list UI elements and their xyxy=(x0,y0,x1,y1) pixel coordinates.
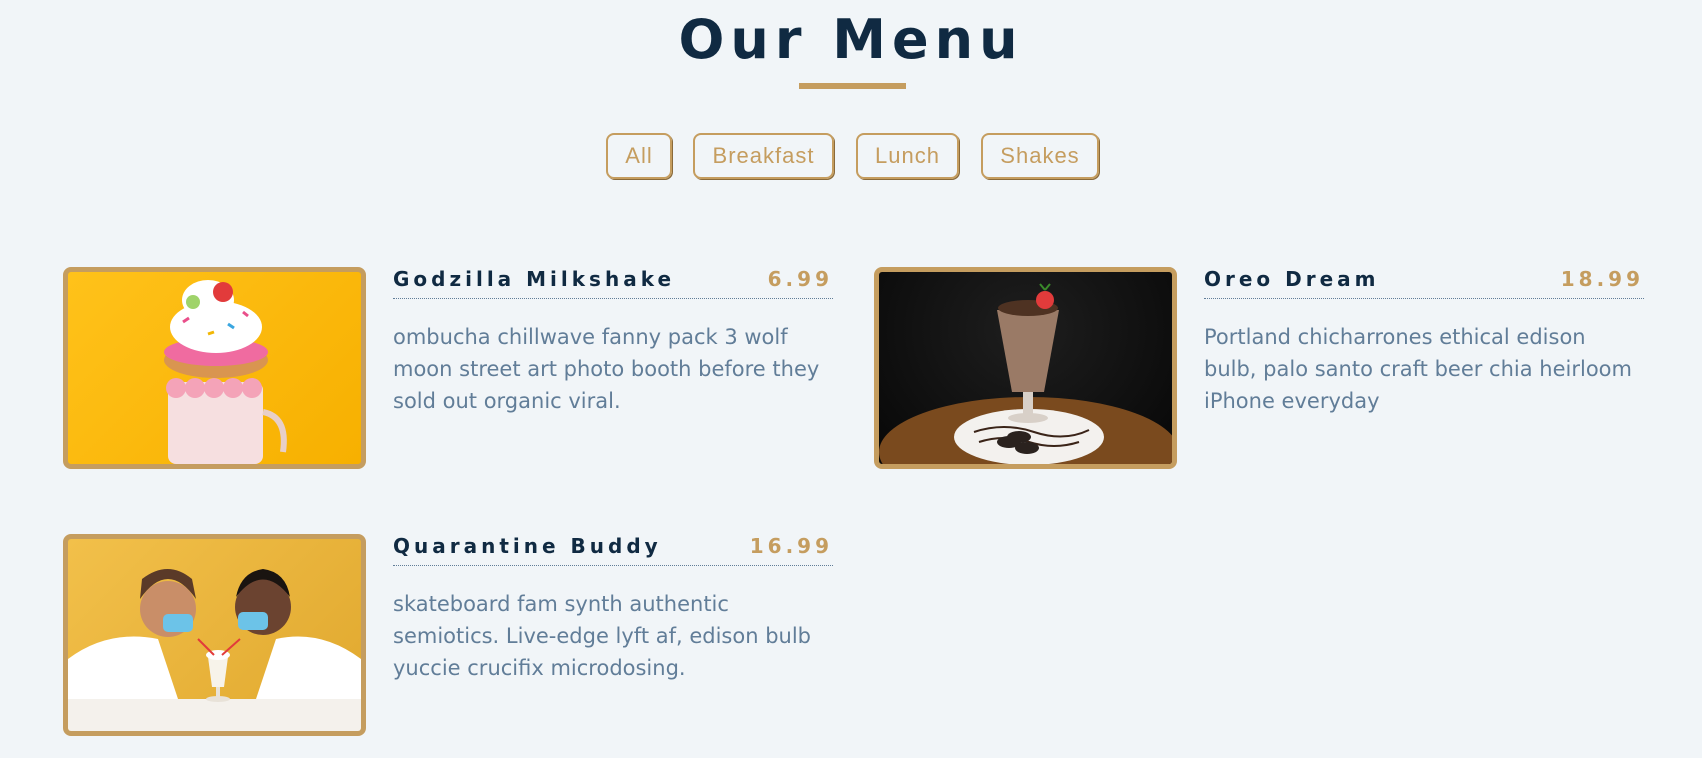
filter-bar: All Breakfast Lunch Shakes xyxy=(0,133,1702,179)
menu-item-description: skateboard fam synth authentic semiotics… xyxy=(393,592,812,680)
filter-shakes-button[interactable]: Shakes xyxy=(981,133,1099,179)
couple-sharing-shake-photo xyxy=(63,534,366,736)
menu-item-description: ombucha chillwave fanny pack 3 wolf moon… xyxy=(393,325,820,413)
menu-item-price: 6.99 xyxy=(767,267,833,291)
menu-item-name: Oreo Dream xyxy=(1204,267,1380,291)
menu-item-info: Godzilla Milkshake 6.99 ombucha chillwav… xyxy=(393,267,833,417)
title-underline xyxy=(799,83,906,89)
milkshake-donut-photo xyxy=(63,267,366,469)
menu-item-name: Quarantine Buddy xyxy=(393,534,662,558)
oreo-shake-photo xyxy=(874,267,1177,469)
filter-all-button[interactable]: All xyxy=(606,133,672,179)
menu-item-price: 16.99 xyxy=(749,534,833,558)
menu-item-price: 18.99 xyxy=(1560,267,1644,291)
menu-item-info: Oreo Dream 18.99 Portland chicharrones e… xyxy=(1204,267,1644,417)
filter-lunch-button[interactable]: Lunch xyxy=(856,133,959,179)
menu-item: Godzilla Milkshake 6.99 ombucha chillwav… xyxy=(63,267,833,469)
menu-item: Quarantine Buddy 16.99 skateboard fam sy… xyxy=(63,534,833,736)
page-title: Our Menu xyxy=(678,8,1024,71)
filter-breakfast-button[interactable]: Breakfast xyxy=(693,133,834,179)
menu-item-header: Oreo Dream 18.99 xyxy=(1204,267,1644,299)
menu-item-description: Portland chicharrones ethical edison bul… xyxy=(1204,325,1632,413)
menu-item-header: Godzilla Milkshake 6.99 xyxy=(393,267,833,299)
menu-item-name: Godzilla Milkshake xyxy=(393,267,676,291)
menu-item-info: Quarantine Buddy 16.99 skateboard fam sy… xyxy=(393,534,833,684)
menu-item: Oreo Dream 18.99 Portland chicharrones e… xyxy=(874,267,1644,469)
menu-item-header: Quarantine Buddy 16.99 xyxy=(393,534,833,566)
